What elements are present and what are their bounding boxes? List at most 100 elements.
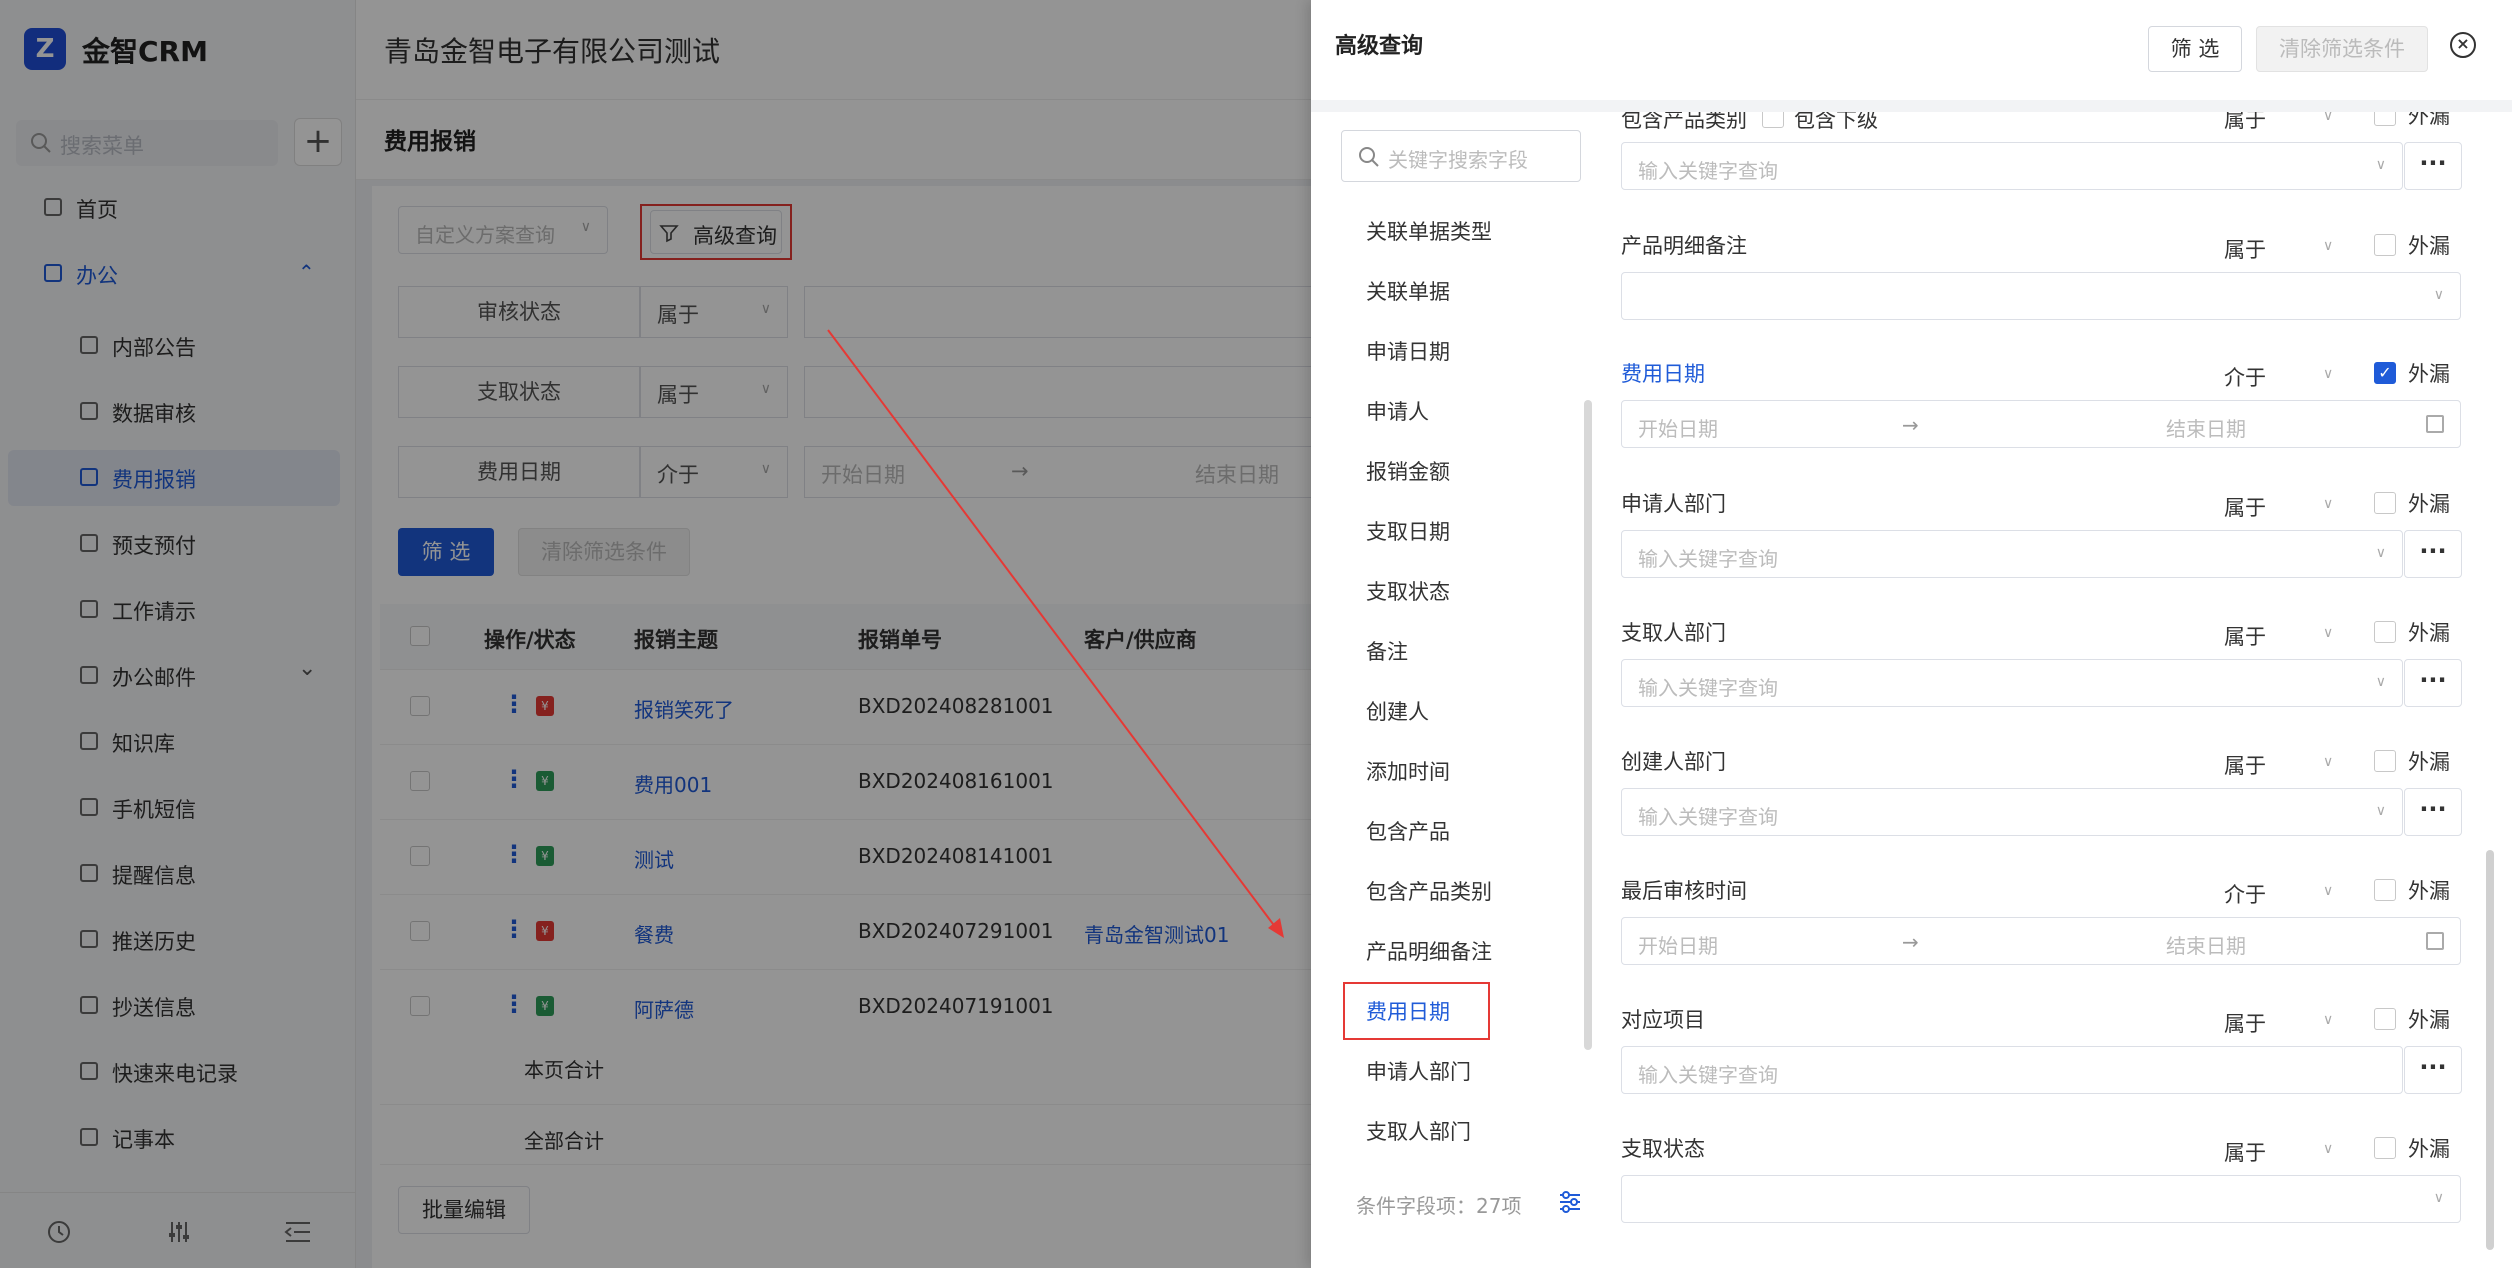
chevron-down-icon: ∨ xyxy=(2433,287,2444,303)
condition-label: 支取状态 xyxy=(1621,1137,1705,1161)
search-icon xyxy=(1359,147,1379,167)
condition-input[interactable]: 输入关键字查询 ∨ xyxy=(1621,530,2403,578)
start-date-placeholder: 开始日期 xyxy=(1638,934,1718,958)
field-item[interactable]: 申请日期 xyxy=(1366,336,1450,366)
date-arrow: → xyxy=(1902,413,1919,437)
condition-placeholder: 输入关键字查询 xyxy=(1638,805,1778,829)
condition-placeholder: 输入关键字查询 xyxy=(1638,676,1778,700)
more-options-button[interactable]: ··· xyxy=(2404,659,2462,707)
outer-label: 外漏 xyxy=(2408,492,2450,516)
field-settings-icon[interactable] xyxy=(1558,1190,1582,1214)
field-item[interactable]: 关联单据类型 xyxy=(1366,216,1492,246)
condition-label: 支取人部门 xyxy=(1621,621,1726,645)
outer-label: 外漏 xyxy=(2408,1008,2450,1032)
chevron-down-icon: ∨ xyxy=(2323,1141,2334,1157)
drawer-title: 高级查询 xyxy=(1335,34,1424,59)
condition-operator[interactable]: 属于 xyxy=(2224,1008,2266,1038)
field-item[interactable]: 支取日期 xyxy=(1366,516,1450,546)
end-date-placeholder: 结束日期 xyxy=(2166,417,2246,441)
outer-checkbox[interactable] xyxy=(2374,879,2396,901)
condition-count: 条件字段项：27项 xyxy=(1356,1194,1522,1218)
condition-operator[interactable]: 介于 xyxy=(2224,879,2266,909)
more-options-button[interactable]: ··· xyxy=(2404,1046,2462,1094)
field-list-scrollbar[interactable] xyxy=(1584,400,1592,1050)
condition-top-divider xyxy=(1605,100,2485,112)
chevron-down-icon: ∨ xyxy=(2375,674,2386,690)
outer-checkbox[interactable] xyxy=(2374,750,2396,772)
condition-input[interactable]: ∨ xyxy=(1621,1175,2461,1223)
chevron-down-icon: ∨ xyxy=(2323,238,2334,254)
condition-input[interactable]: 输入关键字查询 ∨ xyxy=(1621,659,2403,707)
outer-label: 外漏 xyxy=(2408,879,2450,903)
chevron-down-icon: ∨ xyxy=(2375,545,2386,561)
calendar-icon xyxy=(2426,932,2444,950)
condition-placeholder: 输入关键字查询 xyxy=(1638,547,1778,571)
start-date-placeholder: 开始日期 xyxy=(1638,417,1718,441)
chevron-down-icon: ∨ xyxy=(2375,803,2386,819)
field-item[interactable]: 创建人 xyxy=(1366,696,1429,726)
field-item[interactable]: 产品明细备注 xyxy=(1366,936,1492,966)
drawer-clear-button[interactable]: 清除筛选条件 xyxy=(2256,26,2428,72)
condition-placeholder: 输入关键字查询 xyxy=(1638,1063,1778,1087)
chevron-down-icon: ∨ xyxy=(2375,157,2386,173)
field-item[interactable]: 支取状态 xyxy=(1366,576,1450,606)
outer-checkbox[interactable] xyxy=(2374,1137,2396,1159)
outer-label: 外漏 xyxy=(2408,1137,2450,1161)
condition-operator[interactable]: 属于 xyxy=(2224,492,2266,522)
field-item[interactable]: 关联单据 xyxy=(1366,276,1450,306)
condition-operator[interactable]: 属于 xyxy=(2224,621,2266,651)
outer-label: 外漏 xyxy=(2408,621,2450,645)
field-item[interactable]: 包含产品 xyxy=(1366,816,1450,846)
field-item[interactable]: 申请人部门 xyxy=(1366,1056,1471,1086)
date-range-input[interactable]: 开始日期 → 结束日期 xyxy=(1621,400,2461,448)
condition-scrollbar[interactable] xyxy=(2486,850,2494,1250)
chevron-down-icon: ∨ xyxy=(2323,883,2334,899)
condition-operator[interactable]: 属于 xyxy=(2224,234,2266,264)
chevron-down-icon: ∨ xyxy=(2323,625,2334,641)
condition-label: 产品明细备注 xyxy=(1621,234,1747,258)
outer-label: 外漏 xyxy=(2408,750,2450,774)
close-icon[interactable]: × xyxy=(2450,32,2476,58)
condition-operator[interactable]: 属于 xyxy=(2224,750,2266,780)
chevron-down-icon: ∨ xyxy=(2433,1190,2444,1206)
date-range-input[interactable]: 开始日期 → 结束日期 xyxy=(1621,917,2461,965)
field-search-placeholder: 关键字搜索字段 xyxy=(1388,148,1528,172)
outer-label: 外漏 xyxy=(2408,234,2450,258)
condition-label: 对应项目 xyxy=(1621,1008,1705,1032)
outer-checkbox[interactable] xyxy=(2374,492,2396,514)
chevron-down-icon: ∨ xyxy=(2323,496,2334,512)
outer-checkbox[interactable] xyxy=(2374,1008,2396,1030)
condition-label: 创建人部门 xyxy=(1621,750,1726,774)
more-options-button[interactable]: ··· xyxy=(2404,530,2462,578)
condition-operator[interactable]: 属于 xyxy=(2224,1137,2266,1167)
field-highlight xyxy=(1343,982,1490,1040)
condition-label: 申请人部门 xyxy=(1621,492,1726,516)
field-item[interactable]: 报销金额 xyxy=(1366,456,1450,486)
outer-checkbox[interactable] xyxy=(2374,621,2396,643)
outer-checkbox[interactable]: ✓ xyxy=(2374,362,2396,384)
condition-input[interactable]: 输入关键字查询 xyxy=(1621,1046,2403,1094)
field-item[interactable]: 申请人 xyxy=(1366,396,1429,426)
outer-label: 外漏 xyxy=(2408,362,2450,386)
condition-input[interactable]: 输入关键字查询 ∨ xyxy=(1621,142,2403,190)
drawer-filter-button[interactable]: 筛 选 xyxy=(2148,26,2242,72)
field-item[interactable]: 备注 xyxy=(1366,636,1408,666)
condition-input[interactable]: 输入关键字查询 ∨ xyxy=(1621,788,2403,836)
condition-operator[interactable]: 介于 xyxy=(2224,362,2266,392)
chevron-down-icon: ∨ xyxy=(2323,366,2334,382)
outer-checkbox[interactable] xyxy=(2374,234,2396,256)
more-options-button[interactable]: ··· xyxy=(2404,142,2462,190)
end-date-placeholder: 结束日期 xyxy=(2166,934,2246,958)
condition-label: 费用日期 xyxy=(1621,362,1705,386)
field-search-input[interactable]: 关键字搜索字段 xyxy=(1341,130,1581,182)
chevron-down-icon: ∨ xyxy=(2323,754,2334,770)
calendar-icon xyxy=(2426,415,2444,433)
field-item[interactable]: 添加时间 xyxy=(1366,756,1450,786)
more-options-button[interactable]: ··· xyxy=(2404,788,2462,836)
condition-input[interactable]: ∨ xyxy=(1621,272,2461,320)
date-arrow: → xyxy=(1902,930,1919,954)
field-item[interactable]: 包含产品类别 xyxy=(1366,876,1492,906)
field-item[interactable]: 支取人部门 xyxy=(1366,1116,1471,1146)
chevron-down-icon: ∨ xyxy=(2323,1012,2334,1028)
condition-placeholder: 输入关键字查询 xyxy=(1638,159,1778,183)
